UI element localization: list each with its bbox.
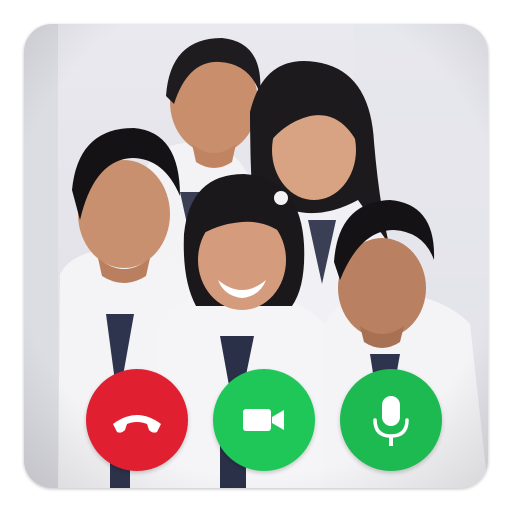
phone-hangup-icon <box>113 415 161 433</box>
mic-button[interactable] <box>340 369 442 471</box>
microphone-icon <box>373 396 409 446</box>
video-button[interactable] <box>213 369 315 471</box>
video-call-screen <box>24 24 488 488</box>
end-call-button[interactable] <box>86 369 188 471</box>
video-camera-icon <box>243 409 284 431</box>
call-controls <box>86 369 442 471</box>
